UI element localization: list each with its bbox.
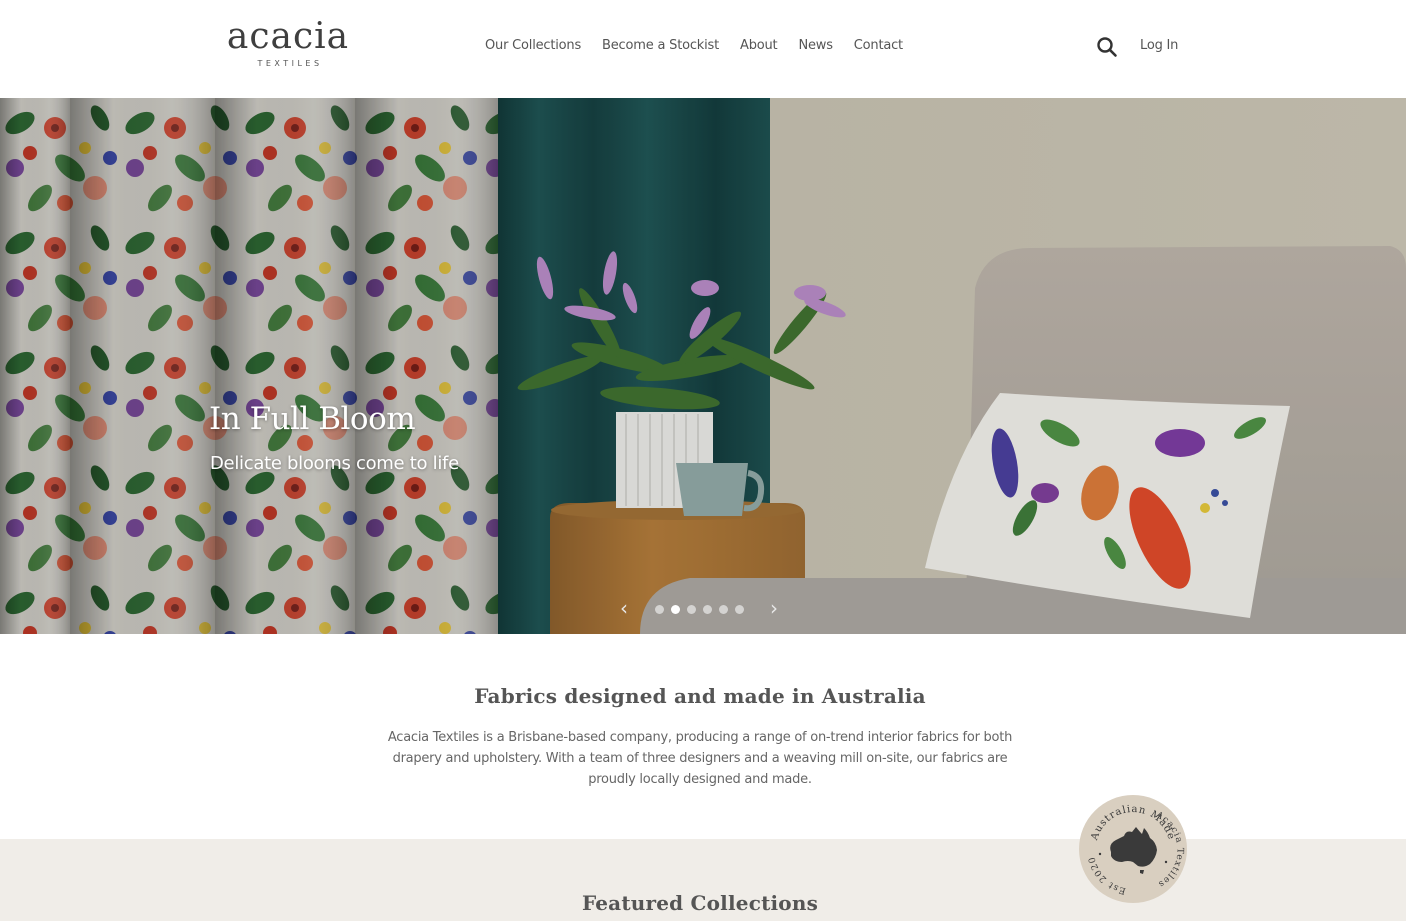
nav-contact[interactable]: Contact <box>854 38 903 53</box>
hero-carousel: In Full Bloom Delicate blooms come to li… <box>0 98 1406 634</box>
hero-subtitle: Delicate blooms come to life <box>210 453 459 474</box>
login-link[interactable]: Log In <box>1140 38 1178 53</box>
carousel-dot-1[interactable] <box>655 605 664 614</box>
carousel-dot-2[interactable] <box>671 605 680 614</box>
chevron-right-icon: › <box>770 596 778 620</box>
intro-body: Acacia Textiles is a Brisbane-based comp… <box>387 730 1013 787</box>
carousel-prev-button[interactable]: ‹ <box>616 598 632 620</box>
carousel-dot-3[interactable] <box>687 605 696 614</box>
logo[interactable]: acacia TEXTILES <box>221 16 355 69</box>
carousel-next-button[interactable]: › <box>766 598 782 620</box>
nav-become-a-stockist[interactable]: Become a Stockist <box>602 38 719 53</box>
hero-image <box>0 98 1406 634</box>
nav-news[interactable]: News <box>798 38 833 53</box>
logo-wordmark: acacia <box>226 16 350 57</box>
carousel-dots <box>655 605 744 614</box>
carousel-dot-6[interactable] <box>735 605 744 614</box>
nav-our-collections[interactable]: Our Collections <box>485 38 581 53</box>
site-header: acacia TEXTILES Our Collections Become a… <box>0 0 1406 98</box>
carousel-dot-4[interactable] <box>703 605 712 614</box>
featured-collections-title: Featured Collections <box>581 891 819 915</box>
search-button[interactable] <box>1096 36 1118 58</box>
hero-title: In Full Bloom <box>209 401 416 437</box>
search-icon <box>1097 37 1117 57</box>
carousel-dot-5[interactable] <box>719 605 728 614</box>
australian-made-badge: Australian Made Acacia Textiles Est 2020 <box>1079 795 1187 903</box>
logo-subtitle: TEXTILES <box>257 59 323 68</box>
main-nav: Our Collections Become a Stockist About … <box>485 38 924 53</box>
chevron-left-icon: ‹ <box>620 596 628 620</box>
intro-title: Fabrics designed and made in Australia <box>474 684 926 708</box>
nav-about[interactable]: About <box>740 38 778 53</box>
